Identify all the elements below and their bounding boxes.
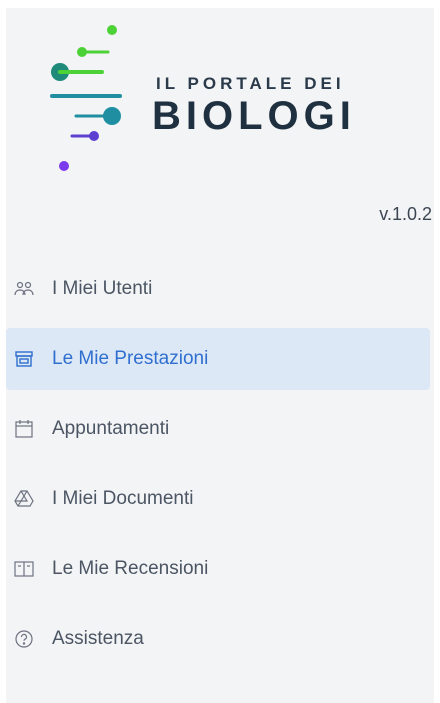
store-icon bbox=[12, 347, 36, 371]
book-icon bbox=[12, 557, 36, 581]
sidebar-item-label: Assistenza bbox=[52, 628, 144, 649]
sidebar-item-label: I Miei Documenti bbox=[52, 488, 194, 509]
sidebar-item-miei-utenti[interactable]: I Miei Utenti bbox=[6, 258, 434, 320]
sidebar-item-mie-prestazioni[interactable]: Le Mie Prestazioni bbox=[6, 328, 430, 390]
drive-icon bbox=[12, 487, 36, 511]
sidebar-item-label: Le Mie Recensioni bbox=[52, 558, 209, 579]
version-label: v.1.0.2 bbox=[379, 204, 432, 224]
sidebar-item-assistenza[interactable]: Assistenza bbox=[6, 608, 434, 670]
sidebar: IL PORTALE DEI BIOLOGI v.1.0.2 I Miei Ut… bbox=[6, 8, 434, 703]
sidebar-item-appuntamenti[interactable]: Appuntamenti bbox=[6, 398, 434, 460]
help-icon bbox=[12, 627, 36, 651]
sidebar-item-label: Appuntamenti bbox=[52, 418, 170, 439]
users-icon bbox=[12, 277, 36, 301]
sidebar-item-mie-recensioni[interactable]: Le Mie Recensioni bbox=[6, 538, 434, 600]
sidebar-item-miei-documenti[interactable]: I Miei Documenti bbox=[6, 468, 434, 530]
sidebar-item-label: I Miei Utenti bbox=[52, 278, 153, 299]
brand-logo[interactable]: IL PORTALE DEI BIOLOGI bbox=[42, 18, 402, 178]
brand-title-line2: BIOLOGI bbox=[152, 94, 356, 138]
sidebar-menu: I Miei Utenti Le Mie Prestazioni Appunta… bbox=[6, 258, 434, 678]
sidebar-item-label: Le Mie Prestazioni bbox=[52, 348, 209, 369]
brand-title-line1: IL PORTALE DEI bbox=[156, 74, 345, 93]
calendar-icon bbox=[12, 417, 36, 441]
logo-mark-icon bbox=[50, 25, 122, 171]
